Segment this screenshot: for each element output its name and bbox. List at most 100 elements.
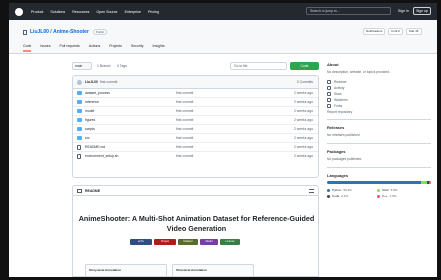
outline-icon[interactable] xyxy=(309,189,314,193)
code-button[interactable]: Code xyxy=(290,62,319,70)
about-heading: About xyxy=(327,62,339,67)
readme-badge[interactable]: arXiv xyxy=(130,239,152,245)
file-updated-time: 2 weeks ago xyxy=(293,91,313,95)
divider xyxy=(327,143,431,144)
search-input[interactable]: Search or jump to... xyxy=(306,7,391,15)
repo-icon xyxy=(23,29,27,35)
file-row[interactable]: environment_setup.sh first commit 2 weeks … xyxy=(73,152,318,161)
latest-commit-bar: LiuJL00 first commit 3 Commits xyxy=(73,76,318,89)
file-commit-message[interactable]: first commit xyxy=(176,91,193,95)
file-row[interactable]: figures first commit 2 weeks ago xyxy=(73,116,318,125)
nav-item-solutions[interactable]: Solutions xyxy=(50,10,65,14)
file-row[interactable]: model first commit 2 weeks ago xyxy=(73,107,318,116)
commit-message[interactable]: first commit xyxy=(100,80,117,84)
file-commit-message[interactable]: first commit xyxy=(176,145,193,149)
nav-item-open-source[interactable]: Open Source xyxy=(96,10,117,14)
file-commit-message[interactable]: first commit xyxy=(176,100,193,104)
sign-in-link[interactable]: Sign in xyxy=(398,9,409,13)
watchers-link[interactable]: Watchers xyxy=(327,98,431,102)
branch-select[interactable]: main xyxy=(72,62,92,70)
tab-issues[interactable]: Issues xyxy=(40,44,50,52)
file-updated-time: 2 weeks ago xyxy=(293,154,313,158)
about-description: No description, website, or topics provi… xyxy=(327,70,390,74)
file-updated-time: 2 weeks ago xyxy=(293,145,313,149)
go-to-file-input[interactable]: Go to file xyxy=(230,62,287,70)
folder-icon xyxy=(77,136,82,140)
star-button[interactable]: Star 45 xyxy=(405,28,422,35)
branches-link[interactable]: 1 Branch xyxy=(97,64,111,68)
language-item[interactable]: Cuda 2.4% xyxy=(327,194,377,198)
language-bar-segment xyxy=(429,181,431,184)
releases-text: No releases published xyxy=(327,133,360,137)
tags-link[interactable]: 0 Tags xyxy=(117,64,127,68)
breadcrumb: LiuJL00 / Anime-Shooter Public xyxy=(23,29,108,35)
file-name[interactable]: README.md xyxy=(85,145,105,149)
file-row[interactable]: src first commit 2 weeks ago xyxy=(73,134,318,143)
readme-badge[interactable]: Project xyxy=(154,239,176,245)
readme-link[interactable]: Readme xyxy=(327,80,431,84)
commit-author[interactable]: LiuJL00 xyxy=(85,80,98,84)
avatar[interactable] xyxy=(77,80,82,85)
file-row[interactable]: scripts first commit 2 weeks ago xyxy=(73,125,318,134)
file-name[interactable]: inference xyxy=(85,100,99,104)
file-commit-message[interactable]: first commit xyxy=(176,154,193,158)
language-percent: 2.4% xyxy=(341,194,349,198)
watchers-link-label: Watchers xyxy=(334,98,348,102)
nav-item-product[interactable]: Product xyxy=(31,10,43,14)
readme-tab[interactable]: README xyxy=(85,189,100,193)
tab-actions[interactable]: Actions xyxy=(89,44,100,52)
file-commit-message[interactable]: first commit xyxy=(176,109,193,113)
fork-button[interactable]: Fork 0 xyxy=(388,28,403,35)
shot-annotation-figure: Shot-level Annotation xyxy=(172,264,254,276)
file-row[interactable]: inference first commit 2 weeks ago xyxy=(73,98,318,107)
file-name[interactable]: figures xyxy=(85,118,95,122)
language-percent: 5.8% xyxy=(390,188,398,192)
divider xyxy=(327,167,431,168)
readme-badge[interactable]: License xyxy=(220,239,240,245)
file-name[interactable]: scripts xyxy=(85,127,95,131)
nav-item-enterprise[interactable]: Enterprise xyxy=(125,10,141,14)
readme-badge[interactable]: Dataset xyxy=(178,239,198,245)
tab-security[interactable]: Security xyxy=(131,44,144,52)
commit-count[interactable]: 3 Commits xyxy=(297,80,313,84)
file-row[interactable]: README.md first commit 2 weeks ago xyxy=(73,143,318,152)
tab-pull-requests[interactable]: Pull requests xyxy=(60,44,80,52)
language-item[interactable]: C++ 1.5% xyxy=(377,194,427,198)
file-name[interactable]: environment_setup.sh xyxy=(85,154,118,158)
file-commit-message[interactable]: first commit xyxy=(176,136,193,140)
nav-item-pricing[interactable]: Pricing xyxy=(148,10,159,14)
nav-item-resources[interactable]: Resources xyxy=(72,10,89,14)
tab-code[interactable]: Code xyxy=(23,44,32,52)
sign-up-button[interactable]: Sign up xyxy=(413,7,431,15)
releases-heading[interactable]: Releases xyxy=(327,125,431,130)
stars-link-label: Stars xyxy=(334,92,342,96)
github-logo-icon[interactable] xyxy=(15,7,23,16)
divider xyxy=(327,119,431,120)
packages-text: No packages published xyxy=(327,157,362,161)
activity-link[interactable]: Activity xyxy=(327,86,431,90)
repo-owner-link[interactable]: LiuJL00 xyxy=(30,29,49,35)
fork-icon xyxy=(327,104,331,108)
file-commit-message[interactable]: first commit xyxy=(176,127,193,131)
forks-link[interactable]: Forks xyxy=(327,104,431,108)
file-name[interactable]: model xyxy=(85,109,94,113)
repo-name-link[interactable]: Anime-Shooter xyxy=(53,29,89,35)
languages-heading: Languages xyxy=(327,173,349,178)
file-name[interactable]: dataset_process xyxy=(85,91,110,95)
file-row[interactable]: dataset_process first commit 2 weeks ago xyxy=(73,89,318,98)
global-header: Product Solutions Resources Open Source … xyxy=(9,3,437,20)
language-name: C++ xyxy=(382,194,388,198)
language-item[interactable]: Shell 5.8% xyxy=(377,188,427,192)
file-commit-message[interactable]: first commit xyxy=(176,118,193,122)
readme-badge[interactable]: Model xyxy=(200,239,218,245)
forks-link-label: Forks xyxy=(334,104,343,108)
tab-insights[interactable]: Insights xyxy=(153,44,165,52)
tab-projects[interactable]: Projects xyxy=(109,44,122,52)
notifications-button[interactable]: Notifications xyxy=(363,28,386,35)
stars-link[interactable]: Stars xyxy=(327,92,431,96)
file-name[interactable]: src xyxy=(85,136,90,140)
language-dot xyxy=(327,188,330,192)
language-item[interactable]: Python 90.3% xyxy=(327,188,377,192)
report-repository-link[interactable]: Report repository xyxy=(327,110,431,114)
packages-heading[interactable]: Packages xyxy=(327,149,431,154)
